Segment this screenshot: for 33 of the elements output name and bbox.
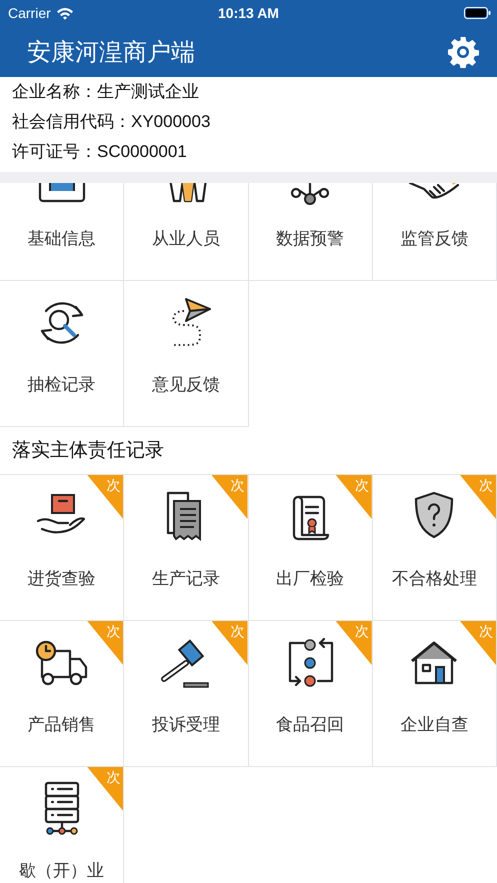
menu-tile[interactable]: 意见反馈 — [124, 281, 248, 427]
menu-tile[interactable]: 从业人员 — [124, 183, 248, 281]
menu-tile[interactable]: 监管反馈 — [372, 183, 497, 281]
menu-tile[interactable]: 数据预警 — [248, 183, 373, 281]
corner-ribbon: 次 — [87, 767, 124, 811]
corner-ribbon: 次 — [212, 621, 248, 665]
menu-tile[interactable]: 投诉受理 次 — [124, 621, 248, 767]
corner-ribbon: 次 — [212, 475, 248, 519]
corner-ribbon: 次 — [87, 475, 124, 519]
menu-tile[interactable]: 产品销售 次 — [0, 621, 124, 767]
corner-ribbon: 次 — [460, 475, 496, 519]
menu-tile[interactable]: 抽检记录 — [0, 281, 124, 427]
menu-tile[interactable]: 基础信息 — [0, 183, 124, 281]
wifi-icon — [56, 6, 74, 20]
menu-tile[interactable]: 不合格处理 次 — [372, 475, 497, 621]
company-info-line: 企业名称：生产测试企业 — [12, 81, 200, 103]
battery-icon — [464, 7, 491, 19]
company-info-line: 社会信用代码：XY000003 — [12, 111, 212, 133]
corner-ribbon: 次 — [87, 621, 124, 665]
menu-tile[interactable]: 出厂检验 次 — [248, 475, 373, 621]
menu-tile[interactable]: 进货查验 次 — [0, 475, 124, 621]
menu-tile[interactable]: 生产记录 次 — [124, 475, 248, 621]
carrier-name: Carrier — [8, 5, 51, 21]
corner-ribbon: 次 — [460, 621, 496, 665]
menu-tile[interactable]: 企业自查 次 — [372, 621, 497, 767]
app-title: 安康河湟商户端 — [27, 38, 196, 68]
corner-ribbon: 次 — [336, 475, 372, 519]
corner-ribbon: 次 — [336, 621, 372, 665]
company-info-line: 许可证号：SC0000001 — [12, 141, 188, 163]
status-time: 10:13 AM — [217, 5, 280, 21]
menu-tile[interactable]: 食品召回 次 — [248, 621, 373, 767]
settings-icon[interactable] — [447, 36, 479, 68]
section-heading: 落实主体责任记录 — [11, 439, 165, 463]
